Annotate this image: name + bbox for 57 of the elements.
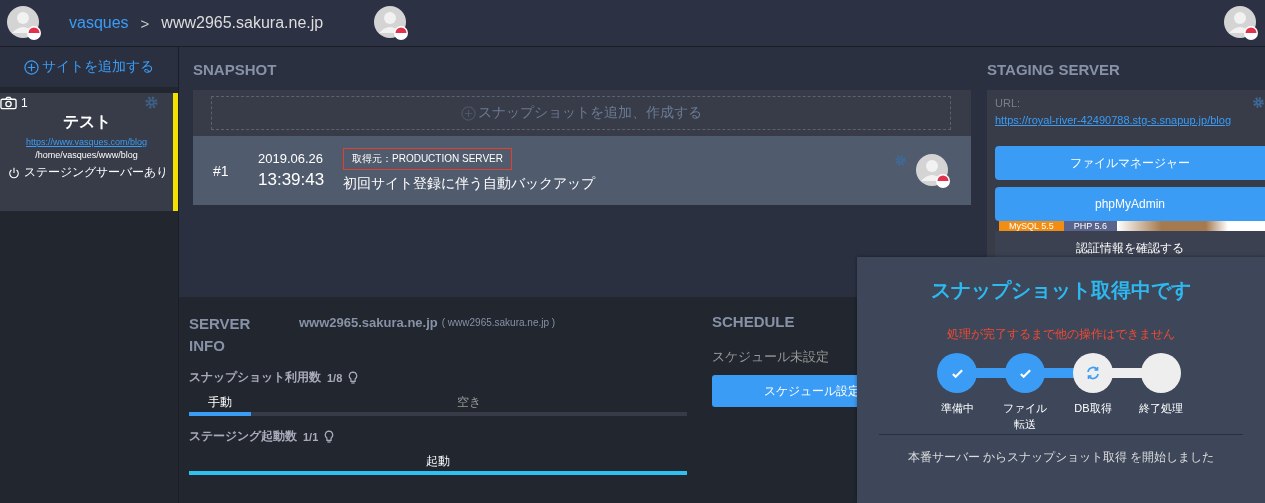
add-snapshot-button[interactable]: スナップショットを追加、作成する <box>211 96 951 130</box>
server-info-heading: SERVER INFO <box>189 314 252 356</box>
lightbulb-icon <box>324 429 335 444</box>
schedule-status: スケジュール未設定 <box>712 348 830 366</box>
site-path: /home/vasques/www/blog <box>34 150 139 160</box>
staging-heading: STAGING SERVER <box>987 60 1121 80</box>
warning-text: 処理が完了するまで他の操作はできません <box>946 326 1176 343</box>
user-avatar-icon[interactable] <box>373 5 410 41</box>
site-name: テスト <box>61 112 112 132</box>
usage-free-label: 空き <box>457 394 482 411</box>
site-url-link[interactable]: https://www.vasques.com/blog <box>0 137 173 147</box>
power-icon <box>8 166 20 179</box>
add-site-link[interactable]: サイトを追加する <box>0 47 178 87</box>
user-avatar-icon[interactable] <box>915 152 951 189</box>
server-name: www2965.sakura.ne.jp <box>161 14 324 32</box>
url-label: URL: <box>995 96 1021 109</box>
usage-label: スナップショット利用数 <box>189 369 321 386</box>
breadcrumb-separator: > <box>140 14 150 32</box>
server-host-detail: ( www2965.sakura.ne.jp ) <box>441 317 556 328</box>
camera-icon <box>0 95 17 110</box>
add-circle-icon <box>24 59 39 75</box>
add-circle-icon <box>460 105 476 121</box>
snapshot-row[interactable]: #1 2019.06.26 13:39:43 取得元：PRODUCTION SERVER 初回サイト登録に伴う自動バックアップ <box>193 136 971 205</box>
usage-count: 1/1 <box>303 430 319 443</box>
snapshot-count: 1 <box>21 95 29 110</box>
snapshot-heading: SNAPSHOT <box>193 60 278 80</box>
account-link[interactable]: vasques <box>69 14 129 32</box>
lightbulb-icon <box>348 370 359 385</box>
staging-tool-button[interactable]: phpMyAdmin <box>995 187 1265 221</box>
staging-url-link[interactable]: https://royal-river-42490788.stg-s.snapup.jp/blog <box>995 114 1265 126</box>
step-label: 準備中 <box>939 401 975 416</box>
version-badge: MySQL 5.5 <box>999 221 1064 231</box>
usage-label: ステージング起動数 <box>189 428 297 445</box>
site-card[interactable]: 1 テスト https://www.vasques.com/blog /home/vasques/www/blog ステージングサーバーあり <box>0 93 178 211</box>
schedule-heading: SCHEDULE <box>712 313 796 330</box>
source-tag: 取得元：PRODUCTION SERVER <box>343 148 512 170</box>
server-host: www2965.sakura.ne.jp <box>299 315 438 330</box>
usage-segment-label: 手動 <box>208 394 233 411</box>
snapshot-time: 13:39:43 <box>258 170 326 190</box>
step-label: ファイル転送 <box>1002 401 1048 432</box>
refresh-icon <box>1085 365 1101 381</box>
credentials-button[interactable]: 認証情報を確認する <box>995 231 1265 259</box>
status-message: 本番サーバー からスナップショット取得 を開始しました <box>879 434 1243 466</box>
step-label: DB取得 <box>1073 401 1113 416</box>
profile-avatar-icon[interactable] <box>1223 5 1259 41</box>
snapshot-description: 初回サイト登録に伴う自動バックアップ <box>343 175 595 193</box>
dialog-title: スナップショット取得中です <box>930 278 1192 303</box>
usage-count: 1/8 <box>327 371 343 384</box>
usage-segment-label: 起動 <box>426 453 450 470</box>
staging-status: ステージングサーバーあり <box>24 164 168 181</box>
staging-tool-button[interactable]: ファイルマネージャー <box>995 146 1265 180</box>
step-indicator <box>1141 353 1181 393</box>
snapshot-date: 2019.06.26 <box>258 151 325 166</box>
snapshot-number: #1 <box>213 162 230 179</box>
step-label: 終了処理 <box>1138 401 1184 416</box>
group-avatar-icon[interactable] <box>6 5 42 41</box>
version-badge: PHP 5.6 <box>1063 221 1118 231</box>
